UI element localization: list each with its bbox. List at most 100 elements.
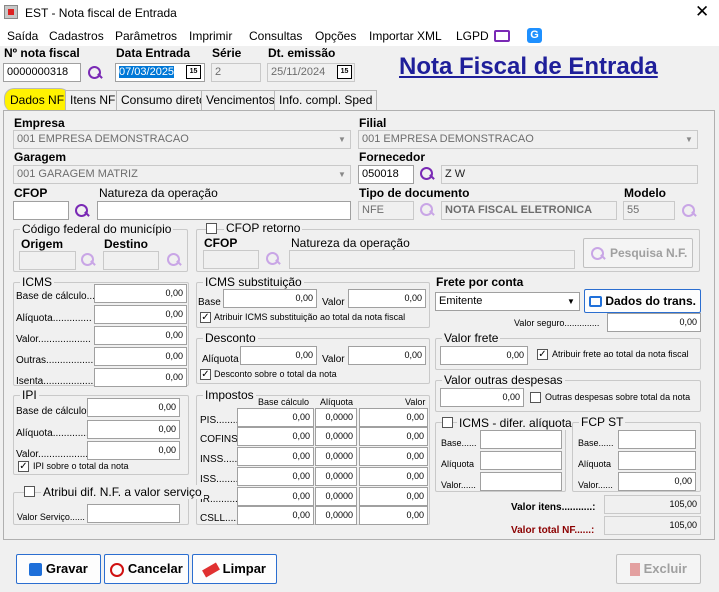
limpar-button[interactable]: Limpar xyxy=(192,554,277,584)
iss-base-input[interactable]: 0,00 xyxy=(237,467,314,486)
inss-base-input[interactable]: 0,00 xyxy=(237,447,314,466)
garagem-select[interactable]: 001 GARAGEM MATRIZ ▼ xyxy=(13,165,351,184)
csll-valor-input[interactable]: 0,00 xyxy=(359,506,428,525)
atribui-dif-checkbox[interactable] xyxy=(24,486,35,497)
calendar-icon[interactable]: 15 xyxy=(337,65,352,79)
search-icon[interactable] xyxy=(73,202,91,220)
icms-st-base-input[interactable]: 0,00 xyxy=(223,289,317,308)
icms-aliquota-input[interactable]: 0,00 xyxy=(94,305,187,324)
cfop-retorno-checkbox[interactable] xyxy=(206,223,217,234)
cfop2-input[interactable] xyxy=(203,250,259,269)
serie-input[interactable]: 2 xyxy=(211,63,261,82)
fcp-st-aliquota-input[interactable] xyxy=(618,451,696,470)
natureza-input[interactable] xyxy=(97,201,351,220)
ir-base-input[interactable]: 0,00 xyxy=(237,487,314,506)
monitor-icon[interactable] xyxy=(494,30,510,42)
ipi-checkbox[interactable]: ✓ xyxy=(18,461,29,472)
outras-despesas-input[interactable]: 0,00 xyxy=(440,388,524,407)
icms-outras-input[interactable]: 0,00 xyxy=(94,347,187,366)
tab-vencimentos[interactable]: Vencimentos xyxy=(201,90,280,110)
origem-input[interactable] xyxy=(19,251,76,270)
icms-dif-checkbox[interactable] xyxy=(442,417,453,428)
pesquisa-nf-button[interactable]: Pesquisa N.F. xyxy=(583,238,693,268)
icms-st-checkbox[interactable]: ✓ xyxy=(200,312,211,323)
menu-cadastros[interactable]: Cadastros xyxy=(49,29,104,43)
pis-valor-input[interactable]: 0,00 xyxy=(359,408,428,427)
icms-isenta-input[interactable]: 0,00 xyxy=(94,368,187,387)
inss-aliquota-input[interactable]: 0,0000 xyxy=(315,447,357,466)
pis-aliquota-input[interactable]: 0,0000 xyxy=(315,408,357,427)
cofins-aliquota-input[interactable]: 0,0000 xyxy=(315,427,357,446)
excluir-button[interactable]: Excluir xyxy=(616,554,701,584)
ipi-valor-input[interactable]: 0,00 xyxy=(87,441,180,460)
tab-itens-nf[interactable]: Itens NF xyxy=(65,90,121,110)
filial-select[interactable]: 001 EMPRESA DEMONSTRACAO ▼ xyxy=(358,130,698,149)
outras-despesas-checkbox[interactable] xyxy=(530,392,541,403)
search-icon[interactable] xyxy=(680,202,698,220)
menu-importar-xml[interactable]: Importar XML xyxy=(369,29,442,43)
natureza2-input[interactable] xyxy=(289,250,575,269)
ipi-base-input[interactable]: 0,00 xyxy=(87,398,180,417)
iss-valor-input[interactable]: 0,00 xyxy=(359,467,428,486)
icms-st-valor-input[interactable]: 0,00 xyxy=(348,289,426,308)
app-icon xyxy=(4,5,18,19)
tab-dados-nf[interactable]: Dados NF xyxy=(4,88,71,112)
inss-valor-input[interactable]: 0,00 xyxy=(359,447,428,466)
iss-aliquota-input[interactable]: 0,0000 xyxy=(315,467,357,486)
fcp-st-valor-input[interactable]: 0,00 xyxy=(618,472,696,491)
g-icon[interactable]: G xyxy=(527,28,542,43)
tab-info-compl-sped[interactable]: Info. compl. Sped xyxy=(274,90,378,110)
modelo-input[interactable]: 55 xyxy=(623,201,675,220)
cofins-valor-input[interactable]: 0,00 xyxy=(359,427,428,446)
tab-consumo-direto[interactable]: Consumo direto xyxy=(116,90,211,110)
icms-dif-valor-input[interactable] xyxy=(480,472,562,491)
valor-frete-input[interactable]: 0,00 xyxy=(440,346,528,365)
ir-valor-input[interactable]: 0,00 xyxy=(359,487,428,506)
dados-trans-button[interactable]: Dados do trans. xyxy=(584,289,701,313)
empresa-select[interactable]: 001 EMPRESA DEMONSTRACAO ▼ xyxy=(13,130,351,149)
valor-frete-title: Valor frete xyxy=(442,331,501,345)
nota-input[interactable]: 0000000318 xyxy=(3,63,81,82)
desconto-aliquota-input[interactable]: 0,00 xyxy=(240,346,317,365)
ipi-aliquota-input[interactable]: 0,00 xyxy=(87,420,180,439)
search-icon[interactable] xyxy=(418,201,436,219)
cfop-input[interactable] xyxy=(13,201,69,220)
search-icon[interactable] xyxy=(79,251,97,269)
menu-imprimir[interactable]: Imprimir xyxy=(189,29,232,43)
desconto-checkbox[interactable]: ✓ xyxy=(200,369,211,380)
fcp-st-base-input[interactable] xyxy=(618,430,696,449)
frete-checkbox[interactable]: ✓ xyxy=(537,349,548,360)
menu-parametros[interactable]: Parâmetros xyxy=(115,29,177,43)
menu-opcoes[interactable]: Opções xyxy=(315,29,356,43)
cofins-base-input[interactable]: 0,00 xyxy=(237,427,314,446)
fornecedor-code-input[interactable]: 050018 xyxy=(358,165,414,184)
close-button[interactable]: ✕ xyxy=(695,2,709,22)
ir-aliquota-input[interactable]: 0,0000 xyxy=(315,487,357,506)
csll-aliquota-input[interactable]: 0,0000 xyxy=(315,506,357,525)
search-icon[interactable] xyxy=(418,165,436,183)
gravar-button[interactable]: Gravar xyxy=(16,554,101,584)
icms-dif-aliquota-input[interactable] xyxy=(480,451,562,470)
nota-label: Nº nota fiscal xyxy=(4,46,80,60)
csll-base-input[interactable]: 0,00 xyxy=(237,506,314,525)
icms-aliquota-label: Alíquota.............. xyxy=(16,313,92,324)
search-icon[interactable] xyxy=(165,251,183,269)
pis-base-input[interactable]: 0,00 xyxy=(237,408,314,427)
menu-lgpd[interactable]: LGPD xyxy=(456,29,489,43)
impostos-col-base: Base cálculo xyxy=(258,397,310,407)
frete-select[interactable]: Emitente ▼ xyxy=(435,292,580,311)
menu-saida[interactable]: Saída xyxy=(7,29,38,43)
search-icon[interactable] xyxy=(86,64,104,82)
icms-dif-base-input[interactable] xyxy=(480,430,562,449)
valor-seguro-input[interactable]: 0,00 xyxy=(607,313,701,332)
menu-consultas[interactable]: Consultas xyxy=(249,29,302,43)
icms-base-input[interactable]: 0,00 xyxy=(94,284,187,303)
desconto-valor-input[interactable]: 0,00 xyxy=(348,346,426,365)
tipo-doc-code-input[interactable]: NFE xyxy=(358,201,414,220)
destino-input[interactable] xyxy=(103,251,159,270)
valor-servico-input[interactable] xyxy=(87,504,180,523)
search-icon[interactable] xyxy=(264,250,282,268)
cancelar-button[interactable]: Cancelar xyxy=(104,554,189,584)
calendar-icon[interactable]: 15 xyxy=(186,65,201,79)
icms-valor-input[interactable]: 0,00 xyxy=(94,326,187,345)
